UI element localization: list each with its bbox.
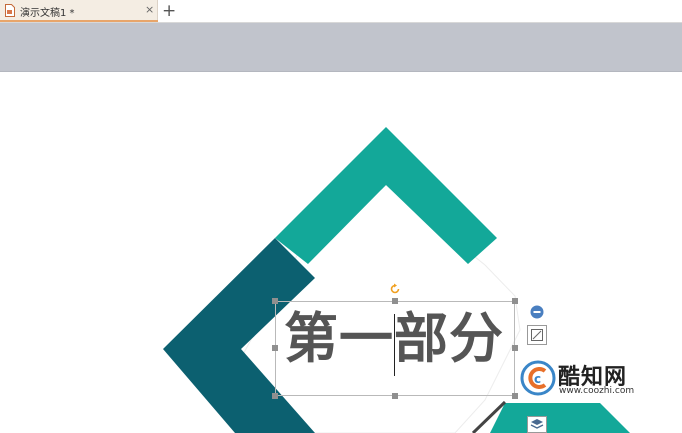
active-tab-indicator: [0, 20, 158, 22]
teal-fragment-shape: [490, 403, 630, 433]
new-tab-button[interactable]: +: [162, 0, 176, 22]
resize-handle-left[interactable]: [272, 345, 278, 351]
document-icon: [5, 4, 15, 17]
resize-handle-bottom-left[interactable]: [272, 393, 278, 399]
toolbar-area: [0, 23, 682, 72]
svg-text:c: c: [534, 372, 541, 386]
tab-close-icon[interactable]: ×: [145, 3, 154, 17]
rotate-icon[interactable]: [389, 283, 401, 295]
watermark-logo-icon: c: [520, 360, 556, 396]
watermark-url: www.coozhi.com: [559, 386, 635, 396]
tab-title: 演示文稿1 *: [20, 8, 75, 19]
text-cursor: [394, 314, 395, 376]
layers-icon[interactable]: [527, 416, 547, 433]
shape-format-icon[interactable]: [527, 325, 547, 345]
resize-handle-bottom[interactable]: [392, 393, 398, 399]
watermark: c 酷知网 www.coozhi.com: [520, 358, 640, 402]
resize-handle-right[interactable]: [512, 345, 518, 351]
resize-handle-top[interactable]: [392, 298, 398, 304]
resize-handle-bottom-right[interactable]: [512, 393, 518, 399]
minus-circle-icon[interactable]: [528, 303, 546, 321]
tab-document[interactable]: 演示文稿1 * ×: [0, 0, 158, 22]
tab-bar: 演示文稿1 * × +: [0, 0, 682, 23]
resize-handle-top-right[interactable]: [512, 298, 518, 304]
resize-handle-top-left[interactable]: [272, 298, 278, 304]
